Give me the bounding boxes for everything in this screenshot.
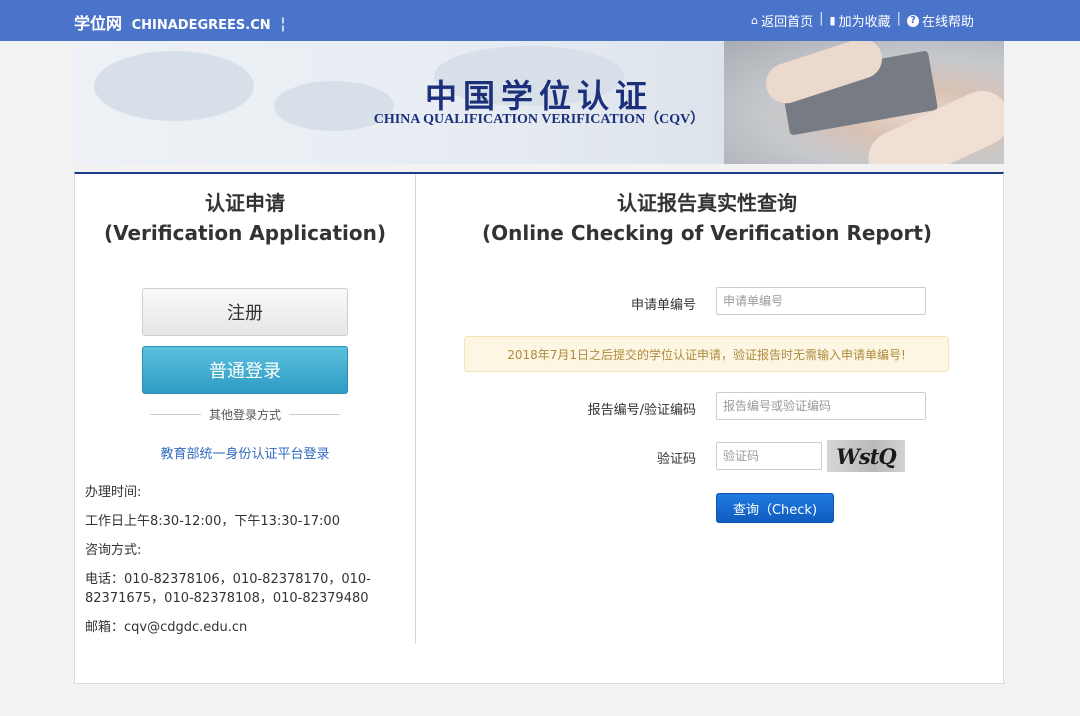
captcha-image[interactable]: WstQ bbox=[827, 440, 905, 472]
register-button[interactable]: 注册 bbox=[142, 288, 348, 336]
brand-en: CHINADEGREES.CN bbox=[131, 18, 271, 33]
divider-line bbox=[289, 414, 341, 415]
top-bar: 学位网 CHINADEGREES.CN ¦ ⌂ 返回首页 | ▮ 加为收藏 | … bbox=[0, 0, 1080, 41]
site-brand[interactable]: 学位网 CHINADEGREES.CN ¦ bbox=[74, 10, 286, 34]
office-hours-label: 办理时间: bbox=[85, 485, 142, 500]
application-title-en: (Verification Application) bbox=[103, 221, 387, 245]
contact-info: 办理时间: 工作日上午8:30-12:00，下午13:30-17:00 咨询方式… bbox=[85, 483, 375, 647]
contact-label: 咨询方式: bbox=[85, 543, 142, 558]
application-title: 认证申请 (Verification Application) bbox=[75, 188, 415, 248]
report-check-title: 认证报告真实性查询 (Online Checking of Verificati… bbox=[416, 188, 998, 248]
banner-title-en: CHINA QUALIFICATION VERIFICATION（CQV） bbox=[373, 112, 705, 127]
home-icon: ⌂ bbox=[751, 14, 759, 27]
top-link-divider: | bbox=[896, 11, 901, 26]
report-no-label: 报告编号/验证编码 bbox=[587, 403, 696, 418]
application-no-input[interactable] bbox=[716, 287, 926, 315]
application-title-cn: 认证申请 bbox=[205, 191, 285, 215]
help-link[interactable]: ? 在线帮助 bbox=[906, 11, 974, 30]
brand-cn: 学位网 bbox=[74, 14, 123, 33]
top-link-divider: | bbox=[819, 11, 824, 26]
notice-banner: 2018年7月1日之后提交的学位认证申请，验证报告时无需输入申请单编号! bbox=[464, 336, 949, 372]
home-link[interactable]: ⌂ 返回首页 bbox=[751, 11, 813, 30]
login-button[interactable]: 普通登录 bbox=[142, 346, 348, 394]
bookmark-icon: ▮ bbox=[829, 14, 836, 27]
top-links: ⌂ 返回首页 | ▮ 加为收藏 | ? 在线帮助 bbox=[751, 11, 974, 30]
home-link-label: 返回首页 bbox=[761, 15, 814, 30]
help-link-label: 在线帮助 bbox=[921, 15, 974, 30]
check-button[interactable]: 查询（Check) bbox=[716, 493, 834, 523]
report-check-title-cn: 认证报告真实性查询 bbox=[617, 191, 797, 215]
divider-line bbox=[150, 414, 201, 415]
captcha-label: 验证码 bbox=[656, 452, 696, 467]
captcha-input[interactable] bbox=[716, 442, 822, 470]
edu-unified-login-link[interactable]: 教育部统一身份认证平台登录 bbox=[75, 443, 415, 462]
brand-separator: ¦ bbox=[280, 14, 286, 33]
bookmark-link[interactable]: ▮ 加为收藏 bbox=[830, 11, 891, 30]
phone-numbers: 电话：010-82378106，010-82378170，010-8237167… bbox=[85, 572, 371, 606]
help-icon: ? bbox=[906, 14, 919, 27]
report-no-input[interactable] bbox=[716, 392, 926, 420]
main-panel: 认证申请 (Verification Application) 注册 普通登录 … bbox=[74, 172, 1004, 684]
other-login-divider: 其他登录方式 bbox=[142, 406, 348, 423]
banner: 中国学位认证 CHINA QUALIFICATION VERIFICATION（… bbox=[74, 41, 1004, 164]
application-no-label: 申请单编号 bbox=[630, 298, 696, 313]
office-hours-value: 工作日上午8:30-12:00，下午13:30-17:00 bbox=[85, 514, 340, 529]
report-check-title-en: (Online Checking of Verification Report) bbox=[481, 221, 933, 245]
email: 邮箱：cqv@cdgdc.edu.cn bbox=[85, 620, 248, 635]
other-login-label: 其他登录方式 bbox=[209, 408, 282, 422]
bookmark-link-label: 加为收藏 bbox=[838, 15, 891, 30]
